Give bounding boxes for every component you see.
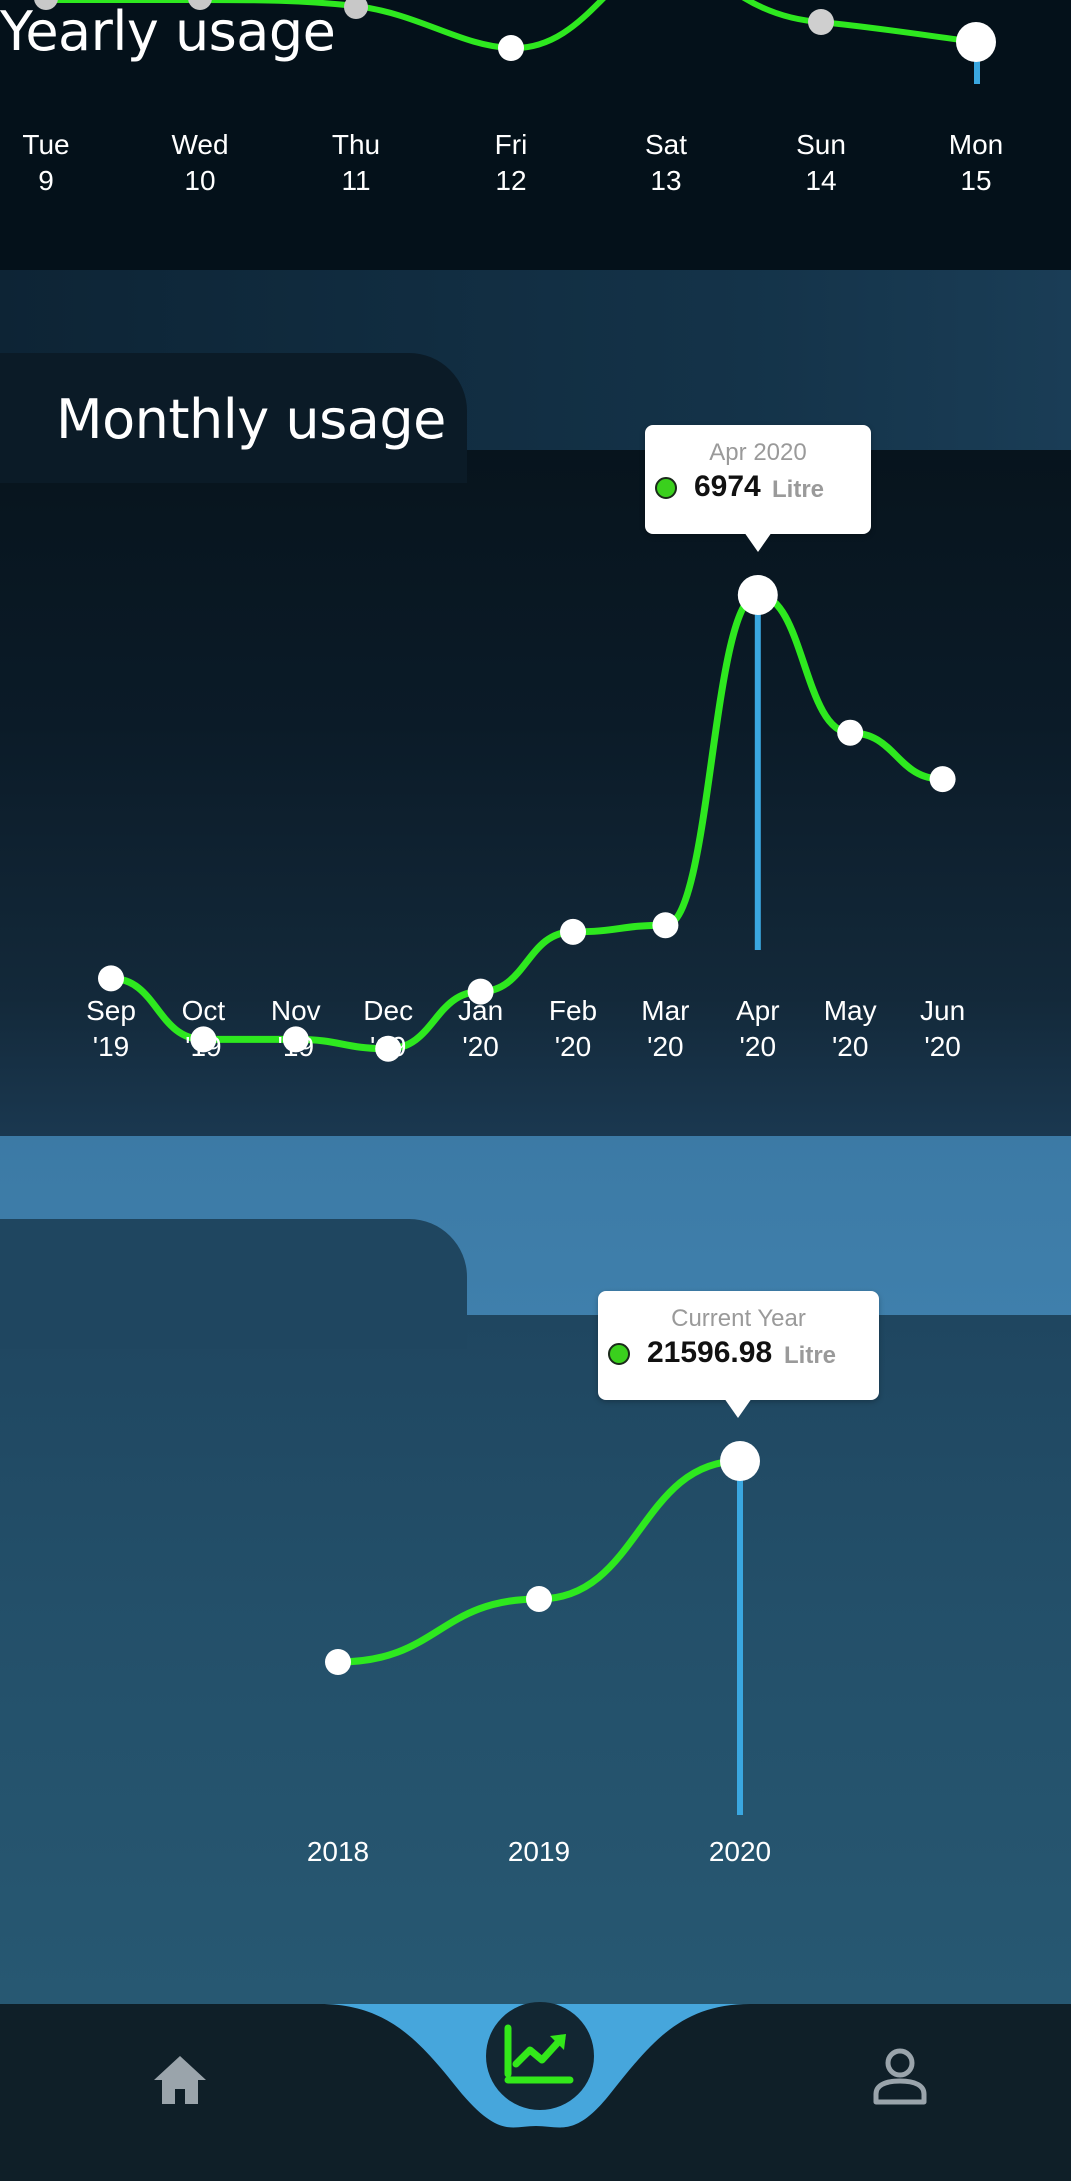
chart-icon <box>504 2024 574 2084</box>
tooltip-pointer <box>724 1398 752 1418</box>
tooltip-unit: Litre <box>784 1342 837 1369</box>
daily-point[interactable] <box>808 9 834 35</box>
series-line <box>110 591 943 1053</box>
person-icon <box>873 2048 927 2105</box>
yearly-tooltip: Current Year 21596.98 Litre <box>598 1291 879 1418</box>
series-dot-icon <box>608 1343 630 1365</box>
x-axis-label: '20 <box>832 1031 869 1062</box>
day-label: Wed <box>171 129 228 160</box>
tooltip-period: Apr 2020 <box>709 439 807 466</box>
x-axis-label: '20 <box>647 1031 684 1062</box>
x-axis-label: Feb <box>549 995 597 1026</box>
x-axis-label: 2020 <box>709 1836 771 1867</box>
day-number-label: 11 <box>341 165 370 196</box>
day-label: Thu <box>332 129 380 160</box>
x-axis-label: Apr <box>736 995 780 1026</box>
daily-point-selected[interactable] <box>956 22 996 62</box>
day-label: Mon <box>949 129 1003 160</box>
yearly-title: Yearly usage <box>0 0 336 63</box>
x-axis-label: '19 <box>93 1031 130 1062</box>
x-axis-label: Oct <box>182 995 226 1026</box>
tooltip-pointer <box>744 532 772 552</box>
data-point[interactable] <box>929 766 956 793</box>
highlight-bar <box>754 595 761 950</box>
yearly-chart: 2018 2019 2020 <box>307 1441 771 1867</box>
tooltip-value: 6974 <box>694 470 761 503</box>
data-point-selected[interactable] <box>737 575 778 615</box>
x-axis-label: '20 <box>462 1031 499 1062</box>
x-axis-label: Sep <box>86 995 136 1026</box>
series-line <box>337 1457 741 1666</box>
day-number-label: 10 <box>184 165 215 196</box>
day-number-label: 9 <box>38 165 54 196</box>
day-number-label: 15 <box>960 165 991 196</box>
x-axis-label: '19 <box>278 1031 315 1062</box>
data-point[interactable] <box>325 1648 351 1675</box>
x-axis-label: 2019 <box>508 1836 570 1867</box>
day-number-label: 12 <box>495 165 526 196</box>
day-number-label: 14 <box>805 165 836 196</box>
data-point[interactable] <box>652 912 679 939</box>
home-icon <box>154 2056 206 2104</box>
bottom-navigation <box>0 2002 1071 2181</box>
nav-profile-button[interactable] <box>868 2044 932 2108</box>
series-dot-icon <box>655 477 677 499</box>
data-point[interactable] <box>837 719 864 746</box>
x-axis-label: '20 <box>924 1031 961 1062</box>
day-number-label: 13 <box>650 165 681 196</box>
x-axis-label: Dec <box>363 995 413 1026</box>
day-label: Sat <box>645 129 687 160</box>
daily-point[interactable] <box>344 0 368 19</box>
x-axis-label: Mar <box>641 995 689 1026</box>
x-axis-label: Jun <box>920 995 965 1026</box>
x-axis-label: '19 <box>185 1031 222 1062</box>
monthly-tooltip: Apr 2020 6974 Litre <box>645 425 871 552</box>
day-label: Fri <box>495 129 528 160</box>
highlight-bar <box>737 1461 743 1815</box>
tooltip-period: Current Year <box>671 1305 806 1332</box>
data-point[interactable] <box>560 918 586 945</box>
data-point-selected[interactable] <box>720 1441 760 1481</box>
day-label: Tue <box>22 129 69 160</box>
tooltip-value: 21596.98 <box>647 1336 773 1369</box>
data-point[interactable] <box>526 1585 552 1612</box>
nav-home-button[interactable] <box>148 2048 212 2112</box>
day-label: Sun <box>796 129 846 160</box>
x-axis-label: May <box>824 995 877 1026</box>
x-axis-label: '20 <box>740 1031 777 1062</box>
x-axis-label: 2018 <box>307 1836 369 1867</box>
x-axis-label: Nov <box>271 995 321 1026</box>
tooltip-unit: Litre <box>772 476 825 503</box>
x-axis-label: Jan <box>458 995 503 1026</box>
nav-usage-button[interactable] <box>486 2002 594 2110</box>
data-point[interactable] <box>98 965 124 992</box>
daily-point[interactable] <box>498 35 524 61</box>
x-axis-label: '20 <box>555 1031 592 1062</box>
monthly-chart: Sep '19 Oct '19 Nov '19 Dec '19 Jan '20 Feb '20 Mar '… <box>86 575 965 1062</box>
x-axis-label: '19 <box>370 1031 407 1062</box>
